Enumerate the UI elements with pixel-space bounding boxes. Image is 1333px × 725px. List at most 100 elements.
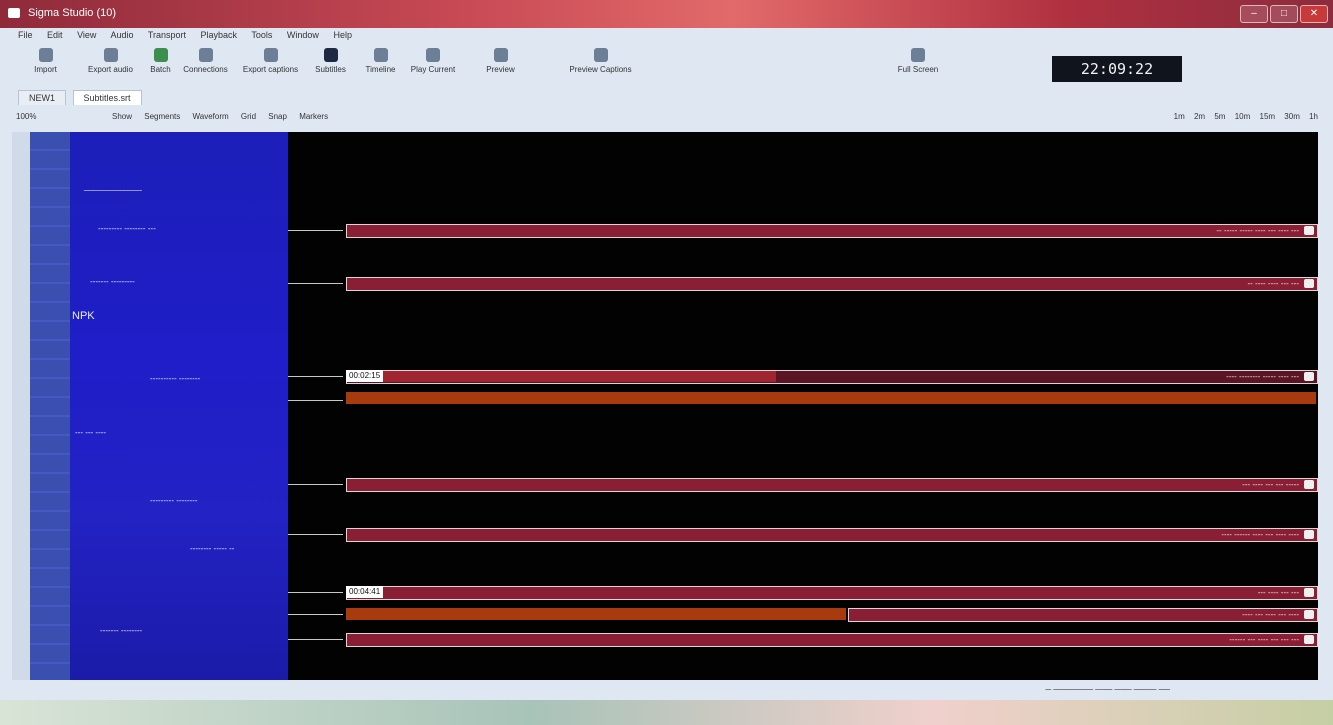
close-icon[interactable]: [1304, 372, 1314, 381]
zoom-30m[interactable]: 30m: [1284, 112, 1300, 121]
batch-icon: [153, 48, 168, 62]
fullscreen-icon: [911, 48, 925, 62]
connector-line: [288, 230, 343, 231]
unit-label: --------- -------- ---: [98, 224, 156, 233]
segment-continuation: [346, 392, 1316, 404]
menu-audio[interactable]: Audio: [110, 30, 133, 40]
menu-help[interactable]: Help: [333, 30, 352, 40]
unit-label: _____________: [84, 182, 142, 191]
subtitle-segment[interactable]: ---- ------ ---- --- ---- ----: [346, 528, 1318, 542]
close-button[interactable]: ✕: [1300, 5, 1328, 23]
connector-line: [288, 376, 343, 377]
subtitle-segment[interactable]: -- ---- ---- --- ---: [346, 277, 1318, 291]
toolbar-preview-button[interactable]: Preview: [463, 46, 538, 82]
close-icon[interactable]: [1304, 226, 1314, 235]
vertical-scrollbar[interactable]: [12, 132, 30, 680]
time-ruler: [30, 132, 70, 680]
toolbar-subtitles-button[interactable]: Subtitles: [303, 46, 358, 82]
subtitle-segment[interactable]: --- ---- --- ---: [346, 586, 1318, 600]
import-icon: [38, 48, 53, 62]
menu-transport[interactable]: Transport: [148, 30, 186, 40]
subtitle-segment[interactable]: --- ---- --- --- -----: [346, 478, 1318, 492]
segment-time-label: 00:02:15: [346, 370, 384, 382]
segment-continuation: [346, 608, 846, 620]
menu-file[interactable]: File: [18, 30, 33, 40]
app-icon: [8, 8, 20, 18]
preview-icon: [493, 48, 508, 62]
segment-time-label: 00:04:41: [346, 586, 384, 598]
segments-toggle[interactable]: Segments: [144, 112, 180, 121]
zoom-5m[interactable]: 5m: [1214, 112, 1225, 121]
connector-line: [288, 484, 343, 485]
title-bar: Sigma Studio (10) – □ ✕: [0, 0, 1333, 28]
subtitle-track-area[interactable]: -- ----- ----- ---- --- ---- --- -- ----…: [288, 132, 1318, 680]
taskbar: [0, 700, 1333, 725]
export-icon: [103, 48, 118, 62]
waveform-toggle[interactable]: Waveform: [193, 112, 229, 121]
subtitle-segment[interactable]: ------ --- ---- --- --- ---: [346, 633, 1318, 647]
minimize-button[interactable]: –: [1240, 5, 1268, 23]
toolbar-import-button[interactable]: Import: [18, 46, 73, 82]
menu-playback[interactable]: Playback: [201, 30, 238, 40]
unit-label: ------- ---------: [90, 277, 135, 286]
menu-tools[interactable]: Tools: [251, 30, 272, 40]
maximize-button[interactable]: □: [1270, 5, 1298, 23]
subtitle-segment[interactable]: ---- --- ---- --- ----: [848, 608, 1318, 622]
subtitles-icon: [323, 48, 338, 62]
status-bar: ─ ─────── ─── ─── ──── ──: [30, 682, 1320, 698]
show-toggle[interactable]: Show: [112, 112, 132, 121]
close-icon[interactable]: [1304, 480, 1314, 489]
captions-icon: [263, 48, 278, 62]
connector-line: [288, 534, 343, 535]
toolbar-preview-captions-button[interactable]: Preview Captions: [553, 46, 648, 82]
connector-line: [288, 283, 343, 284]
markers-toggle[interactable]: Markers: [299, 112, 328, 121]
zoom-10m[interactable]: 10m: [1235, 112, 1251, 121]
unit-label: NPK: [72, 310, 95, 322]
connections-icon: [198, 48, 213, 62]
connector-line: [288, 639, 343, 640]
app-window: Sigma Studio (10) – □ ✕ File Edit View A…: [0, 0, 1333, 725]
toolbar-connections-button[interactable]: Connections: [178, 46, 233, 82]
status-text: ─ ─────── ─── ─── ──── ──: [1045, 685, 1170, 694]
clock-display: 22:09:22: [1052, 56, 1182, 82]
zoom-1m[interactable]: 1m: [1174, 112, 1185, 121]
zoom-15m[interactable]: 15m: [1260, 112, 1276, 121]
preview-captions-icon: [593, 48, 608, 62]
zoom-1h[interactable]: 1h: [1309, 112, 1318, 121]
timeline-icon: [373, 48, 388, 62]
subtitle-segment[interactable]: -- ----- ----- ---- --- ---- ---: [346, 224, 1318, 238]
toolbar-timeline-button[interactable]: Timeline: [358, 46, 403, 82]
close-icon[interactable]: [1304, 610, 1314, 619]
secondary-toolbar: 100% Show Segments Waveform Grid Snap Ma…: [12, 110, 1322, 126]
close-icon[interactable]: [1304, 635, 1314, 644]
zoom-select[interactable]: 100%: [16, 112, 36, 121]
play-icon: [426, 48, 440, 62]
subtitle-segment[interactable]: ---- -------- ----- ---- ---: [346, 370, 1318, 384]
menu-bar: File Edit View Audio Transport Playback …: [18, 30, 1318, 44]
unit-label: --------- --------: [150, 496, 198, 505]
menu-view[interactable]: View: [77, 30, 96, 40]
unit-label: ------- --------: [100, 626, 143, 635]
close-icon[interactable]: [1304, 530, 1314, 539]
grid-toggle[interactable]: Grid: [241, 112, 256, 121]
zoom-2m[interactable]: 2m: [1194, 112, 1205, 121]
window-title: Sigma Studio (10): [28, 7, 117, 19]
toolbar-export-audio-button[interactable]: Export audio: [78, 46, 143, 82]
unit-panel: _____________ --------- -------- --- ---…: [70, 132, 288, 680]
close-icon[interactable]: [1304, 279, 1314, 288]
menu-edit[interactable]: Edit: [47, 30, 63, 40]
menu-window[interactable]: Window: [287, 30, 319, 40]
connector-line: [288, 592, 343, 593]
toolbar-batch-button[interactable]: Batch: [143, 46, 178, 82]
close-icon[interactable]: [1304, 588, 1314, 597]
unit-label: -------- ----- --: [190, 544, 235, 553]
tab-new1[interactable]: NEW1: [18, 90, 67, 105]
toolbar-play-current-button[interactable]: Play Current: [403, 46, 463, 82]
snap-toggle[interactable]: Snap: [268, 112, 287, 121]
toolbar-export-captions-button[interactable]: Export captions: [238, 46, 303, 82]
unit-label: --- --- ----: [75, 428, 107, 437]
tab-subtitles[interactable]: Subtitles.srt: [72, 90, 142, 105]
toolbar-fullscreen-button[interactable]: Full Screen: [878, 46, 958, 82]
connector-line: [288, 400, 343, 401]
